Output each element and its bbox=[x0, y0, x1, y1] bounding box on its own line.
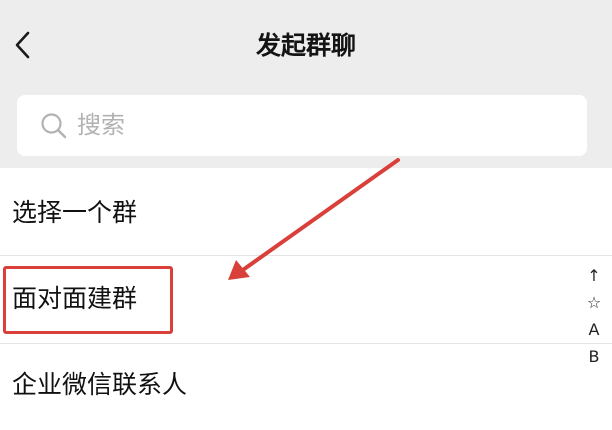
page-title: 发起群聊 bbox=[255, 31, 356, 60]
list-item-label: 企业微信联系人 bbox=[12, 370, 188, 399]
list-item-label: 选择一个群 bbox=[12, 198, 138, 227]
list-item-wecom-contacts[interactable]: 企业微信联系人 bbox=[0, 344, 612, 430]
search-icon bbox=[40, 112, 68, 140]
search-area: 搜索 bbox=[0, 82, 612, 168]
search-input[interactable]: 搜索 bbox=[17, 95, 587, 156]
index-item-top[interactable]: ↑ bbox=[580, 262, 608, 289]
list-item-select-group[interactable]: 选择一个群 bbox=[0, 168, 612, 254]
alphabet-index-bar[interactable]: ↑ ☆ A B bbox=[580, 262, 608, 370]
search-placeholder: 搜索 bbox=[77, 111, 125, 139]
header: 发起群聊 bbox=[0, 0, 612, 82]
index-item-b[interactable]: B bbox=[580, 343, 608, 370]
index-item-star[interactable]: ☆ bbox=[580, 289, 608, 316]
annotation-highlight-box bbox=[3, 266, 173, 334]
index-item-a[interactable]: A bbox=[580, 316, 608, 343]
